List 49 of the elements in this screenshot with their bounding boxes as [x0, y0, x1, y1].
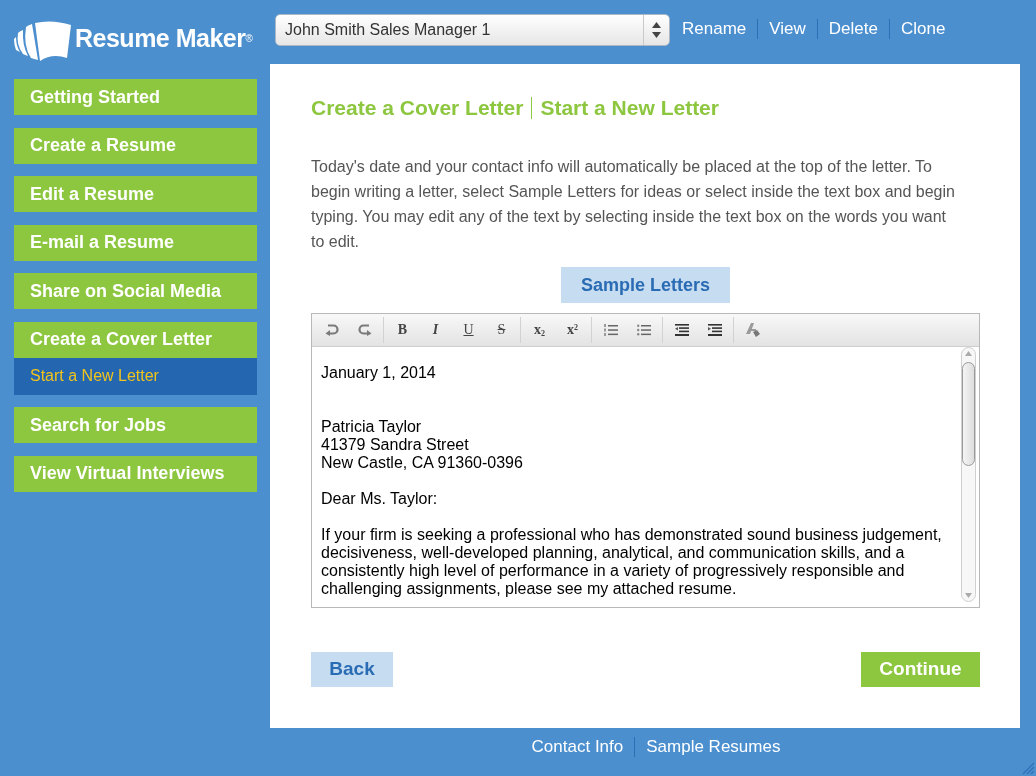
undo-icon[interactable]	[324, 324, 339, 336]
page-subtitle: Start a New Letter	[540, 95, 719, 122]
scroll-up-arrow-icon[interactable]	[965, 351, 972, 356]
bold-button[interactable]: B	[397, 322, 408, 338]
footer-link[interactable]: Sample Resumes	[646, 736, 781, 758]
letter-body: If your firm is seeking a professional who has demonstrated sound business judgement, decisiveness, well-developed planning, analytical, and communication skills, and a consistently high level of performance in a variety of progressively responsible and challenging assignments, please see my attached resume.	[321, 526, 943, 598]
resize-grip-icon[interactable]	[1022, 762, 1034, 774]
nav-item[interactable]: Share on Social Media	[14, 273, 257, 309]
nav-subitem[interactable]: Start a New Letter	[14, 357, 257, 395]
scrollbar-thumb[interactable]	[962, 362, 975, 466]
nav-item[interactable]: View Virtual Interviews	[14, 455, 257, 492]
address-line: 41379 Sandra Street	[321, 436, 470, 454]
back-button[interactable]: Back	[311, 652, 393, 687]
resume-select[interactable]: John Smith Sales Manager 1	[275, 14, 670, 46]
nav-item[interactable]: Edit a Resume	[14, 176, 257, 212]
continue-button[interactable]: Continue	[861, 652, 980, 687]
italic-button[interactable]: I	[432, 322, 439, 338]
underline-button[interactable]: U	[463, 322, 474, 338]
strikethrough-button[interactable]: S	[497, 322, 506, 338]
scroll-down-arrow-icon[interactable]	[965, 593, 972, 598]
superscript-button[interactable]: x$^{2}$	[567, 322, 578, 338]
header-link[interactable]: View	[769, 18, 806, 40]
redo-icon[interactable]	[357, 324, 372, 336]
indent-icon[interactable]	[707, 324, 722, 336]
subscript-button[interactable]: x$_{2}$	[534, 322, 545, 338]
nav-item[interactable]: E-mail a Resume	[14, 224, 257, 261]
address-line: New Castle, CA 91360-0396	[321, 454, 524, 472]
footer-link[interactable]: Contact Info	[531, 736, 624, 758]
page-title: Create a Cover Letter	[311, 95, 524, 122]
header-link[interactable]: Rename	[682, 18, 747, 40]
logo-pages-icon	[14, 18, 72, 62]
logo-text: Resume Maker$^{®}$	[75, 23, 253, 53]
nav-item[interactable]: Create a Resume	[14, 127, 257, 164]
sample-letters-button[interactable]: Sample Letters	[561, 267, 730, 303]
outdent-icon[interactable]	[674, 324, 689, 336]
scrollbar[interactable]	[961, 347, 976, 602]
letter-salutation: Dear Ms. Taylor:	[321, 490, 439, 508]
up-down-arrows-icon	[652, 22, 661, 38]
nav-item[interactable]: Getting Started	[14, 79, 257, 115]
bullet-list-icon[interactable]	[636, 324, 651, 336]
numbered-list-icon[interactable]	[603, 324, 618, 336]
nav-item[interactable]: Search for Jobs	[14, 407, 257, 443]
letter-date: January 1, 2014	[321, 364, 437, 382]
header-link[interactable]: Clone	[900, 18, 946, 40]
address-line: Patricia Taylor	[321, 418, 423, 436]
header-link[interactable]: Delete	[828, 18, 878, 40]
eraser-icon[interactable]	[745, 323, 760, 337]
nav-item[interactable]: Create a Cover Letter	[14, 321, 257, 358]
instructions-text: Today's date and your contact info will automatically be placed at the top of the letter. To begin writing a letter, select Sample Letters for ideas or select inside the text box and begin typing. You may edit any of the text by selecting inside the text box on the words you want to edit.	[311, 157, 956, 252]
